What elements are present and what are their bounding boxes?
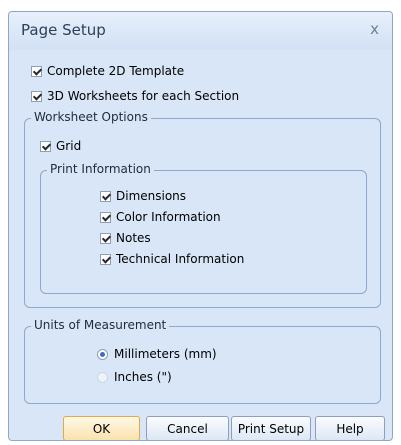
grid-label: Grid <box>56 139 82 153</box>
notes-label: Notes <box>116 231 151 245</box>
notes-checkbox[interactable] <box>100 232 111 244</box>
technical-information-label: Technical Information <box>116 252 245 266</box>
dimensions-label: Dimensions <box>116 189 187 203</box>
millimeters-radio[interactable] <box>97 348 108 360</box>
dimensions-option[interactable]: Dimensions <box>100 188 186 204</box>
dialog-title: Page Setup <box>21 21 106 39</box>
print-information-group: Print Information Dimensions Color Infor… <box>40 162 367 294</box>
color-information-option[interactable]: Color Information <box>100 209 221 225</box>
title-bar: Page Setup x <box>9 12 392 50</box>
help-button[interactable]: Help <box>315 416 385 440</box>
inches-label: Inches (") <box>114 370 172 384</box>
units-of-measurement-group: Units of Measurement Millimeters (mm) In… <box>24 318 381 404</box>
cancel-button[interactable]: Cancel <box>146 416 229 440</box>
3d-worksheets-option[interactable]: 3D Worksheets for each Section <box>31 88 239 104</box>
close-icon[interactable]: x <box>370 20 379 38</box>
print-information-legend: Print Information <box>47 162 154 176</box>
technical-information-checkbox[interactable] <box>100 253 111 265</box>
millimeters-option[interactable]: Millimeters (mm) <box>97 346 217 362</box>
notes-option[interactable]: Notes <box>100 230 151 246</box>
grid-option[interactable]: Grid <box>40 138 81 154</box>
complete-2d-template-checkbox[interactable] <box>31 65 42 77</box>
inches-option[interactable]: Inches (") <box>97 369 172 385</box>
millimeters-label: Millimeters (mm) <box>114 347 217 361</box>
3d-worksheets-checkbox[interactable] <box>31 90 42 102</box>
complete-2d-template-label: Complete 2D Template <box>47 64 185 78</box>
worksheet-options-group: Worksheet Options Grid Print Information… <box>24 110 381 308</box>
complete-2d-template-option[interactable]: Complete 2D Template <box>31 63 184 79</box>
technical-information-option[interactable]: Technical Information <box>100 251 244 267</box>
inches-radio[interactable] <box>97 371 108 383</box>
ok-button[interactable]: OK <box>63 416 140 440</box>
grid-checkbox[interactable] <box>40 140 51 152</box>
print-setup-button[interactable]: Print Setup <box>231 416 311 440</box>
color-information-checkbox[interactable] <box>100 211 111 223</box>
color-information-label: Color Information <box>116 210 221 224</box>
dimensions-checkbox[interactable] <box>100 190 111 202</box>
page-setup-dialog: Page Setup x Complete 2D Template 3D Wor… <box>8 11 393 441</box>
3d-worksheets-label: 3D Worksheets for each Section <box>47 89 240 103</box>
worksheet-options-legend: Worksheet Options <box>31 110 151 124</box>
units-of-measurement-legend: Units of Measurement <box>31 318 170 332</box>
